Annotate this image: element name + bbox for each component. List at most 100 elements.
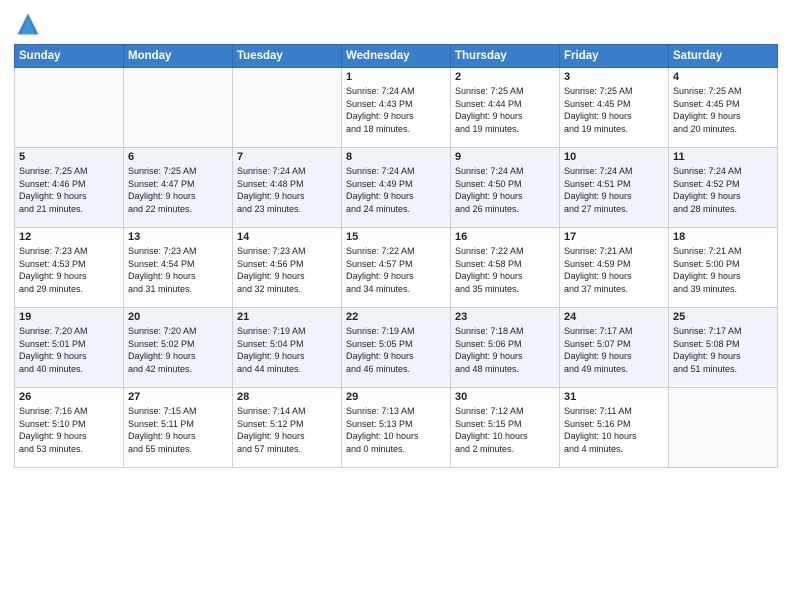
day-cell: 19 Sunrise: 7:20 AM Sunset: 5:01 PM Dayli… xyxy=(15,308,124,388)
day-cell: 10 Sunrise: 7:24 AM Sunset: 4:51 PM Dayli… xyxy=(560,148,669,228)
header-cell-tuesday: Tuesday xyxy=(233,45,342,68)
day-cell: 3 Sunrise: 7:25 AM Sunset: 4:45 PM Daylig… xyxy=(560,68,669,148)
day-info: Sunrise: 7:12 AM Sunset: 5:15 PM Dayligh… xyxy=(455,405,555,455)
day-cell: 16 Sunrise: 7:22 AM Sunset: 4:58 PM Dayli… xyxy=(451,228,560,308)
day-number: 10 xyxy=(564,151,664,163)
day-info: Sunrise: 7:16 AM Sunset: 5:10 PM Dayligh… xyxy=(19,405,119,455)
day-number: 1 xyxy=(346,71,446,83)
day-number: 31 xyxy=(564,391,664,403)
day-cell: 9 Sunrise: 7:24 AM Sunset: 4:50 PM Daylig… xyxy=(451,148,560,228)
header xyxy=(14,10,778,38)
day-number: 24 xyxy=(564,311,664,323)
day-info: Sunrise: 7:24 AM Sunset: 4:50 PM Dayligh… xyxy=(455,165,555,215)
day-number: 21 xyxy=(237,311,337,323)
day-cell: 28 Sunrise: 7:14 AM Sunset: 5:12 PM Dayli… xyxy=(233,388,342,468)
day-number: 9 xyxy=(455,151,555,163)
day-number: 12 xyxy=(19,231,119,243)
day-info: Sunrise: 7:22 AM Sunset: 4:58 PM Dayligh… xyxy=(455,245,555,295)
day-cell: 25Sunrise: 7:17 AM Sunset: 5:08 PM Dayli… xyxy=(669,308,778,388)
week-row-4: 19 Sunrise: 7:20 AM Sunset: 5:01 PM Dayli… xyxy=(15,308,778,388)
day-info: Sunrise: 7:25 AM Sunset: 4:45 PM Dayligh… xyxy=(673,85,773,135)
day-number: 26 xyxy=(19,391,119,403)
header-cell-thursday: Thursday xyxy=(451,45,560,68)
day-info: Sunrise: 7:20 AM Sunset: 5:02 PM Dayligh… xyxy=(128,325,228,375)
day-info: Sunrise: 7:24 AM Sunset: 4:51 PM Dayligh… xyxy=(564,165,664,215)
day-number: 6 xyxy=(128,151,228,163)
day-cell: 17 Sunrise: 7:21 AM Sunset: 4:59 PM Dayli… xyxy=(560,228,669,308)
calendar-table: SundayMondayTuesdayWednesdayThursdayFrid… xyxy=(14,44,778,468)
day-cell: 26 Sunrise: 7:16 AM Sunset: 5:10 PM Dayli… xyxy=(15,388,124,468)
header-row: SundayMondayTuesdayWednesdayThursdayFrid… xyxy=(15,45,778,68)
day-info: Sunrise: 7:20 AM Sunset: 5:01 PM Dayligh… xyxy=(19,325,119,375)
day-cell: 6 Sunrise: 7:25 AM Sunset: 4:47 PM Daylig… xyxy=(124,148,233,228)
day-info: Sunrise: 7:14 AM Sunset: 5:12 PM Dayligh… xyxy=(237,405,337,455)
day-number: 8 xyxy=(346,151,446,163)
day-info: Sunrise: 7:15 AM Sunset: 5:11 PM Dayligh… xyxy=(128,405,228,455)
header-cell-saturday: Saturday xyxy=(669,45,778,68)
day-cell: 24Sunrise: 7:17 AM Sunset: 5:07 PM Dayli… xyxy=(560,308,669,388)
header-cell-friday: Friday xyxy=(560,45,669,68)
week-row-5: 26 Sunrise: 7:16 AM Sunset: 5:10 PM Dayli… xyxy=(15,388,778,468)
week-row-3: 12Sunrise: 7:23 AM Sunset: 4:53 PM Dayli… xyxy=(15,228,778,308)
day-cell: 4 Sunrise: 7:25 AM Sunset: 4:45 PM Daylig… xyxy=(669,68,778,148)
day-cell: 20 Sunrise: 7:20 AM Sunset: 5:02 PM Dayli… xyxy=(124,308,233,388)
day-cell: 29Sunrise: 7:13 AM Sunset: 5:13 PM Dayli… xyxy=(342,388,451,468)
day-number: 7 xyxy=(237,151,337,163)
day-cell: 14Sunrise: 7:23 AM Sunset: 4:56 PM Dayli… xyxy=(233,228,342,308)
day-cell xyxy=(669,388,778,468)
day-info: Sunrise: 7:23 AM Sunset: 4:56 PM Dayligh… xyxy=(237,245,337,295)
day-cell: 7Sunrise: 7:24 AM Sunset: 4:48 PM Daylig… xyxy=(233,148,342,228)
day-cell: 23 Sunrise: 7:18 AM Sunset: 5:06 PM Dayli… xyxy=(451,308,560,388)
day-cell xyxy=(15,68,124,148)
day-number: 20 xyxy=(128,311,228,323)
day-cell: 30 Sunrise: 7:12 AM Sunset: 5:15 PM Dayli… xyxy=(451,388,560,468)
page: SundayMondayTuesdayWednesdayThursdayFrid… xyxy=(0,0,792,612)
day-number: 30 xyxy=(455,391,555,403)
day-cell: 15 Sunrise: 7:22 AM Sunset: 4:57 PM Dayli… xyxy=(342,228,451,308)
day-number: 28 xyxy=(237,391,337,403)
header-cell-monday: Monday xyxy=(124,45,233,68)
day-cell: 11Sunrise: 7:24 AM Sunset: 4:52 PM Dayli… xyxy=(669,148,778,228)
day-cell: 22Sunrise: 7:19 AM Sunset: 5:05 PM Dayli… xyxy=(342,308,451,388)
day-number: 18 xyxy=(673,231,773,243)
day-number: 27 xyxy=(128,391,228,403)
day-cell: 21Sunrise: 7:19 AM Sunset: 5:04 PM Dayli… xyxy=(233,308,342,388)
day-info: Sunrise: 7:24 AM Sunset: 4:49 PM Dayligh… xyxy=(346,165,446,215)
day-number: 15 xyxy=(346,231,446,243)
day-number: 11 xyxy=(673,151,773,163)
day-info: Sunrise: 7:22 AM Sunset: 4:57 PM Dayligh… xyxy=(346,245,446,295)
day-cell: 5 Sunrise: 7:25 AM Sunset: 4:46 PM Daylig… xyxy=(15,148,124,228)
day-info: Sunrise: 7:21 AM Sunset: 4:59 PM Dayligh… xyxy=(564,245,664,295)
logo xyxy=(14,10,46,38)
day-cell: 31Sunrise: 7:11 AM Sunset: 5:16 PM Dayli… xyxy=(560,388,669,468)
day-info: Sunrise: 7:24 AM Sunset: 4:43 PM Dayligh… xyxy=(346,85,446,135)
day-cell: 8 Sunrise: 7:24 AM Sunset: 4:49 PM Daylig… xyxy=(342,148,451,228)
day-info: Sunrise: 7:25 AM Sunset: 4:45 PM Dayligh… xyxy=(564,85,664,135)
day-cell xyxy=(233,68,342,148)
calendar-body: 1 Sunrise: 7:24 AM Sunset: 4:43 PM Daylig… xyxy=(15,68,778,468)
day-info: Sunrise: 7:13 AM Sunset: 5:13 PM Dayligh… xyxy=(346,405,446,455)
day-info: Sunrise: 7:25 AM Sunset: 4:47 PM Dayligh… xyxy=(128,165,228,215)
header-cell-wednesday: Wednesday xyxy=(342,45,451,68)
day-info: Sunrise: 7:25 AM Sunset: 4:46 PM Dayligh… xyxy=(19,165,119,215)
day-number: 3 xyxy=(564,71,664,83)
day-cell: 1 Sunrise: 7:24 AM Sunset: 4:43 PM Daylig… xyxy=(342,68,451,148)
day-cell: 27 Sunrise: 7:15 AM Sunset: 5:11 PM Dayli… xyxy=(124,388,233,468)
day-cell: 2Sunrise: 7:25 AM Sunset: 4:44 PM Daylig… xyxy=(451,68,560,148)
day-number: 13 xyxy=(128,231,228,243)
day-number: 22 xyxy=(346,311,446,323)
day-number: 17 xyxy=(564,231,664,243)
day-info: Sunrise: 7:25 AM Sunset: 4:44 PM Dayligh… xyxy=(455,85,555,135)
day-number: 19 xyxy=(19,311,119,323)
day-number: 16 xyxy=(455,231,555,243)
calendar-header: SundayMondayTuesdayWednesdayThursdayFrid… xyxy=(15,45,778,68)
header-cell-sunday: Sunday xyxy=(15,45,124,68)
day-cell xyxy=(124,68,233,148)
day-number: 25 xyxy=(673,311,773,323)
day-cell: 12Sunrise: 7:23 AM Sunset: 4:53 PM Dayli… xyxy=(15,228,124,308)
day-number: 5 xyxy=(19,151,119,163)
day-info: Sunrise: 7:18 AM Sunset: 5:06 PM Dayligh… xyxy=(455,325,555,375)
day-number: 23 xyxy=(455,311,555,323)
day-info: Sunrise: 7:21 AM Sunset: 5:00 PM Dayligh… xyxy=(673,245,773,295)
day-number: 4 xyxy=(673,71,773,83)
